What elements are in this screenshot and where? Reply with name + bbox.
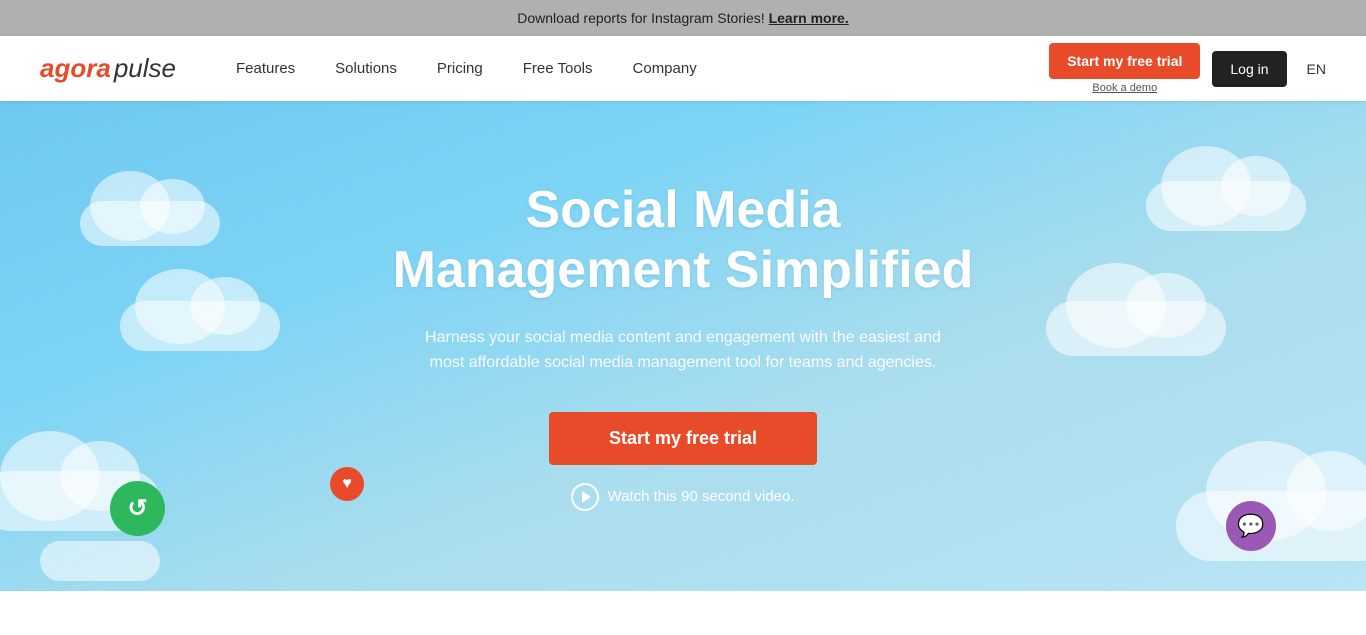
nav-company[interactable]: Company	[633, 60, 697, 77]
trial-wrapper: Start my free trial Book a demo	[1049, 43, 1200, 94]
cloud-mid-right-1	[1046, 301, 1226, 356]
nav-solutions[interactable]: Solutions	[335, 60, 397, 77]
cloud-top-left-1	[80, 201, 220, 246]
start-trial-button[interactable]: Start my free trial	[1049, 43, 1200, 79]
play-triangle	[582, 491, 591, 503]
logo[interactable]: agora pulse	[40, 53, 176, 84]
chat-icon-float: 💬	[1226, 501, 1276, 551]
nav-pricing[interactable]: Pricing	[437, 60, 483, 77]
top-banner: Download reports for Instagram Stories! …	[0, 0, 1366, 36]
login-button[interactable]: Log in	[1212, 51, 1286, 87]
hero-trial-button[interactable]: Start my free trial	[549, 412, 817, 465]
logo-pulse: pulse	[114, 53, 176, 84]
nav-actions: Start my free trial Book a demo Log in E…	[1049, 43, 1326, 94]
hero-title: Social Media Management Simplified	[393, 181, 974, 301]
banner-link[interactable]: Learn more.	[769, 10, 849, 26]
watch-video-label: Watch this 90 second video.	[607, 488, 794, 505]
refresh-icon: ↺	[127, 494, 147, 523]
cloud-bottom-left-2	[40, 541, 160, 581]
hero-subtitle: Harness your social media content and en…	[413, 325, 953, 376]
hero-section: ↺ ♥ 💬 Social Media Management Simplified…	[0, 101, 1366, 591]
hero-title-line2: Management Simplified	[393, 241, 974, 299]
play-icon	[571, 483, 599, 511]
nav-free-tools[interactable]: Free Tools	[523, 60, 593, 77]
cloud-top-right-1	[1146, 181, 1306, 231]
navbar: agora pulse Features Solutions Pricing F…	[0, 36, 1366, 101]
heart-icon: ♥	[342, 475, 352, 493]
hero-title-line1: Social Media	[525, 181, 840, 239]
heart-icon-float: ♥	[330, 467, 364, 501]
nav-features[interactable]: Features	[236, 60, 295, 77]
refresh-icon-float: ↺	[110, 481, 165, 536]
nav-links: Features Solutions Pricing Free Tools Co…	[236, 60, 1049, 77]
hero-content: Social Media Management Simplified Harne…	[393, 181, 974, 511]
banner-text: Download reports for Instagram Stories!	[517, 10, 764, 26]
book-demo-link[interactable]: Book a demo	[1092, 82, 1157, 94]
language-selector[interactable]: EN	[1307, 61, 1326, 77]
logo-agora: agora	[40, 53, 111, 84]
watch-video[interactable]: Watch this 90 second video.	[393, 483, 974, 511]
cloud-mid-left-1	[120, 301, 280, 351]
chat-icon: 💬	[1237, 513, 1264, 539]
